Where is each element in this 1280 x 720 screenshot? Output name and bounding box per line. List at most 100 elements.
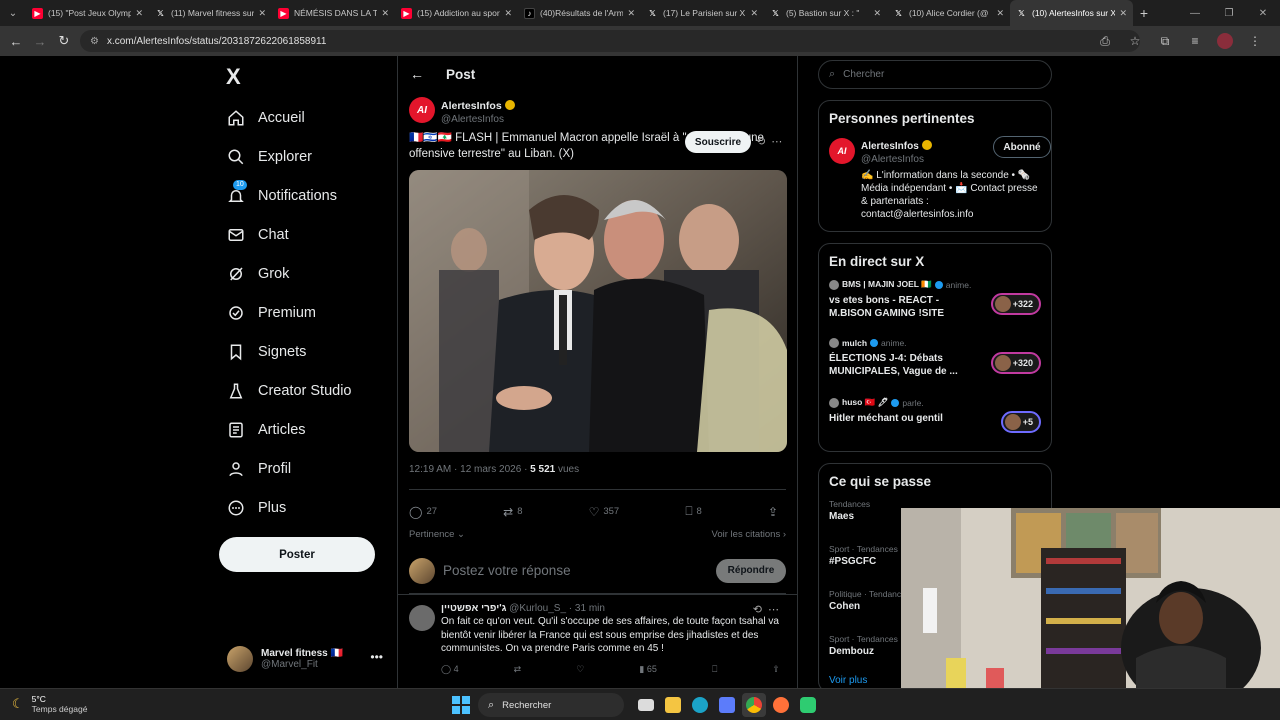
- chrome-icon[interactable]: [741, 693, 766, 717]
- tweet-author-name[interactable]: AlertesInfos: [441, 100, 502, 112]
- obs-icon[interactable]: [796, 693, 820, 717]
- sidebar-item-creator-studio[interactable]: Creator Studio: [226, 371, 352, 410]
- store-icon[interactable]: [715, 693, 739, 717]
- tab-search-icon[interactable]: ⌄: [0, 0, 26, 26]
- subscribe-button[interactable]: Souscrire: [685, 131, 751, 153]
- avatar[interactable]: [409, 605, 435, 631]
- avatar[interactable]: AI: [829, 138, 855, 164]
- new-tab-button[interactable]: +: [1133, 5, 1155, 21]
- repost-action[interactable]: ⇄ 8: [503, 505, 522, 519]
- close-tab-icon[interactable]: ✕: [996, 8, 1004, 19]
- grok-icon[interactable]: ⟲: [756, 136, 771, 148]
- browser-tab[interactable]: ▶ NÉMÉSIS DANS LA TOURMENTE✕: [272, 0, 395, 26]
- back-arrow-icon[interactable]: ←: [4, 34, 28, 49]
- forward-arrow-icon[interactable]: →: [28, 34, 52, 49]
- close-window-icon[interactable]: ✕: [1246, 0, 1280, 26]
- sidebar-item-chat[interactable]: Chat: [226, 215, 352, 254]
- close-tab-icon[interactable]: ✕: [258, 8, 266, 19]
- view-quotes-link[interactable]: Voir les citations ›: [712, 529, 786, 540]
- more-icon[interactable]: •••: [370, 650, 383, 664]
- sidebar-item-plus[interactable]: Plus: [226, 488, 352, 527]
- back-arrow-icon[interactable]: ←: [410, 66, 424, 82]
- following-button[interactable]: Abonné: [993, 136, 1051, 158]
- url-field[interactable]: ⚙ x.com/AlertesInfos/status/203187262206…: [80, 30, 1140, 52]
- browser-tab[interactable]: ▶ (15) "Post Jeux Olympiques✕: [26, 0, 149, 26]
- live-item[interactable]: mulch anime. ÉLECTIONS J-4: Débats MUNICIP…: [829, 338, 1041, 397]
- repost-icon[interactable]: ⇄: [514, 664, 522, 675]
- weather-widget[interactable]: ☾ 5°C Temps dégagé: [12, 694, 87, 714]
- flask-icon: [226, 381, 246, 401]
- restore-icon[interactable]: ❐: [1212, 0, 1246, 26]
- sidebar-item-accueil[interactable]: Accueil: [226, 98, 352, 137]
- profile-avatar[interactable]: [1217, 33, 1233, 49]
- bookmark-action[interactable]: ⎕ 8: [685, 504, 702, 519]
- browser-tab[interactable]: 𝕏 (5) Bastion sur X : " ✕: [764, 0, 887, 26]
- bookmark-star-icon[interactable]: ☆: [1120, 30, 1150, 52]
- sidebar-item-profil[interactable]: Profil: [226, 449, 352, 488]
- x-logo[interactable]: X: [226, 64, 241, 90]
- avatar[interactable]: AI: [409, 97, 435, 123]
- reply-action[interactable]: ◯ 27: [409, 505, 437, 519]
- related-name[interactable]: AlertesInfos: [861, 141, 919, 152]
- windows-start-icon[interactable]: [452, 696, 470, 714]
- views-action[interactable]: ▮ 65: [639, 664, 656, 675]
- site-info-icon[interactable]: ⚙: [90, 36, 99, 47]
- browser-tab[interactable]: 𝕏 (17) Le Parisien sur X ✕: [641, 0, 764, 26]
- search-input[interactable]: ⌕ Chercher: [818, 60, 1052, 89]
- tweet-author-handle[interactable]: @AlertesInfos: [441, 114, 515, 125]
- sort-dropdown[interactable]: Pertinence ⌄: [409, 529, 465, 540]
- close-tab-icon[interactable]: ✕: [873, 8, 881, 19]
- browser-tab[interactable]: 𝕏 (10) Alice Cordier (@ ✕: [887, 0, 1010, 26]
- heart-icon[interactable]: ♡: [576, 664, 584, 675]
- media-icon[interactable]: ≡: [1180, 30, 1210, 52]
- sidebar-item-grok[interactable]: Grok: [226, 254, 352, 293]
- sidebar-item-articles[interactable]: Articles: [226, 410, 352, 449]
- close-tab-icon[interactable]: ✕: [135, 8, 143, 19]
- close-tab-icon[interactable]: ✕: [381, 8, 389, 19]
- taskbar-search[interactable]: ⌕ Rechercher: [478, 693, 624, 717]
- task-view-icon[interactable]: [634, 693, 658, 717]
- more-icon[interactable]: ⋯: [771, 136, 788, 148]
- sidebar-item-premium[interactable]: Premium: [226, 293, 352, 332]
- reply-author-name[interactable]: ג'יפרי אפשטיין: [441, 603, 506, 614]
- browser-tab[interactable]: ▶ (15) Addiction au sport ✕: [395, 0, 518, 26]
- reply-author-handle[interactable]: @Kurlou_S_: [509, 603, 566, 614]
- live-listeners-badge[interactable]: +5: [1000, 411, 1041, 433]
- browser-tab[interactable]: ♪ (40)Résultats de l'Armée✕: [518, 0, 641, 26]
- account-switcher[interactable]: Marvel fitness 🇫🇷 @Marvel_Fit •••: [227, 644, 387, 674]
- grok-icon[interactable]: ⟲: [753, 604, 768, 616]
- file-explorer-icon[interactable]: [661, 693, 685, 717]
- tweet-photo[interactable]: [409, 170, 787, 452]
- share-action[interactable]: ⇪: [768, 505, 782, 519]
- live-item[interactable]: huso 🇹🇷 🖊 parle. Hitler méchant ou gentil +…: [829, 397, 1041, 456]
- tweet-time[interactable]: 12:19 AM · 12 mars 2026 ·: [409, 464, 530, 475]
- share-icon[interactable]: ⇪: [772, 664, 780, 675]
- reply-button[interactable]: Répondre: [716, 558, 786, 583]
- more-icon[interactable]: ⋯: [768, 604, 785, 616]
- browser-tab[interactable]: 𝕏 (10) AlertesInfos sur X ✕: [1010, 0, 1133, 26]
- sidebar-item-explorer[interactable]: Explorer: [226, 137, 352, 176]
- reply-action[interactable]: ◯ 4: [441, 664, 459, 675]
- live-item[interactable]: BMS | MAJIN JOEL 🇨🇮 anime. vs etes bons - …: [829, 279, 1041, 338]
- post-button[interactable]: Poster: [219, 537, 375, 572]
- edge-icon[interactable]: [688, 693, 712, 717]
- sidebar-item-notifications[interactable]: Notifications 10: [226, 176, 352, 215]
- live-listeners-badge[interactable]: +320: [990, 352, 1041, 374]
- reply-tweet[interactable]: ג'יפרי אפשטיין @Kurlou_S_ · 31 min ⟲⋯ On…: [398, 594, 797, 675]
- minimize-icon[interactable]: —: [1178, 0, 1212, 26]
- close-tab-icon[interactable]: ✕: [504, 8, 512, 19]
- sidebar-item-signets[interactable]: Signets: [226, 332, 352, 371]
- firefox-icon[interactable]: [769, 693, 793, 717]
- live-listeners-badge[interactable]: +322: [990, 293, 1041, 315]
- browser-tab[interactable]: 𝕏 (11) Marvel fitness sur X ✕: [149, 0, 272, 26]
- bookmark-icon[interactable]: ⎕: [712, 664, 717, 675]
- install-icon[interactable]: ⎙: [1090, 30, 1120, 52]
- like-action[interactable]: ♡ 357: [589, 505, 620, 519]
- close-tab-icon[interactable]: ✕: [1119, 8, 1127, 19]
- browser-menu-icon[interactable]: ⋮: [1240, 30, 1270, 52]
- extensions-icon[interactable]: ⧉: [1150, 30, 1180, 52]
- reload-icon[interactable]: ↻: [52, 33, 76, 49]
- reply-input[interactable]: Postez votre réponse: [443, 563, 716, 578]
- close-tab-icon[interactable]: ✕: [627, 8, 635, 19]
- close-tab-icon[interactable]: ✕: [750, 8, 758, 19]
